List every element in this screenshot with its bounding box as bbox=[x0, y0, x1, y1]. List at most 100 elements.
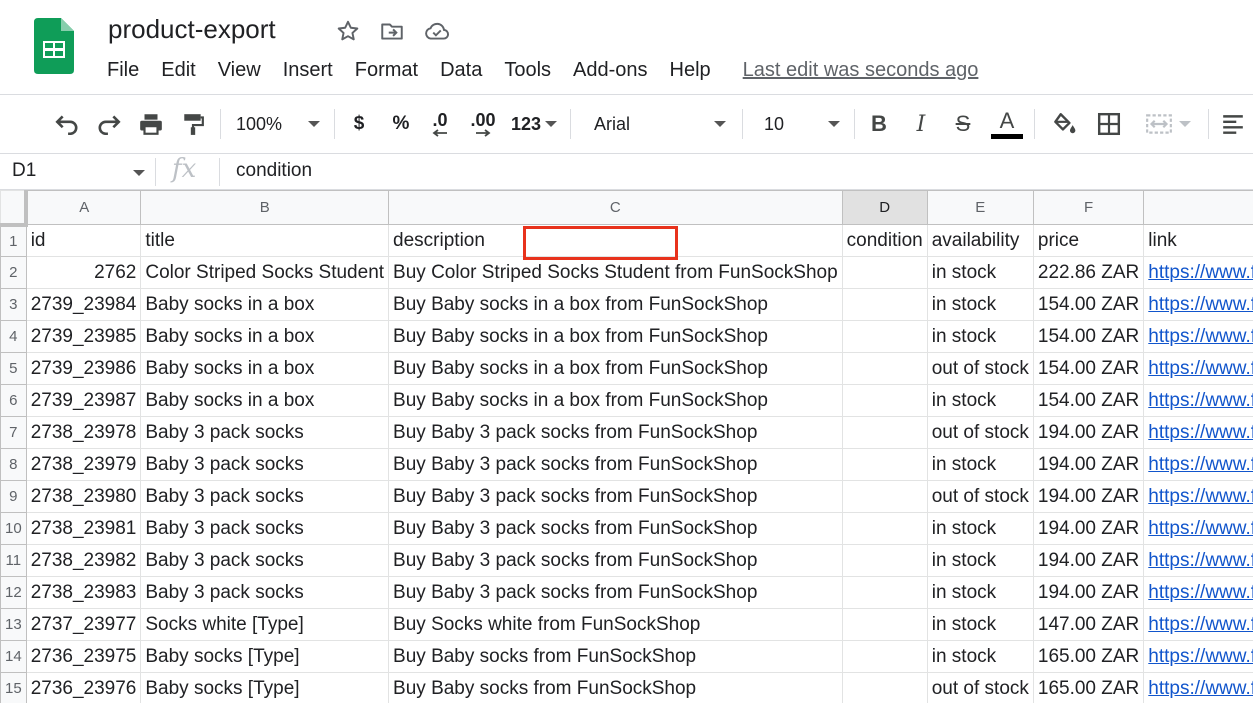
cloud-saved-icon[interactable] bbox=[423, 17, 451, 45]
cell-c8[interactable]: Buy Baby 3 pack socks from FunSockShop bbox=[388, 448, 843, 481]
cell-e1[interactable]: availability bbox=[926, 224, 1034, 257]
cell-b6[interactable]: Baby socks in a box bbox=[140, 384, 390, 417]
menu-edit[interactable]: Edit bbox=[150, 59, 206, 82]
cell-link[interactable]: https://www.funsockshop.co.za bbox=[1148, 550, 1253, 571]
row-header[interactable]: 5 bbox=[0, 352, 27, 385]
cell-c4[interactable]: Buy Baby socks in a box from FunSockShop bbox=[388, 320, 843, 353]
cell-b12[interactable]: Baby 3 pack socks bbox=[140, 576, 390, 609]
cell-g12[interactable]: https://www.funsockshop.co.za bbox=[1143, 576, 1253, 609]
cell-d13[interactable] bbox=[841, 608, 928, 641]
cell-c1[interactable]: description bbox=[388, 224, 843, 257]
row-header[interactable]: 15 bbox=[0, 672, 27, 703]
cell-e15[interactable]: out of stock bbox=[926, 672, 1034, 703]
cell-e6[interactable]: in stock bbox=[926, 384, 1034, 417]
cell-a13[interactable]: 2737_23977 bbox=[25, 608, 142, 641]
cell-link[interactable]: https://www.funsockshop.co.za bbox=[1148, 358, 1253, 379]
cell-g13[interactable]: https://www.funsockshop.co.za bbox=[1143, 608, 1253, 641]
cell-b10[interactable]: Baby 3 pack socks bbox=[140, 512, 390, 545]
cell-b8[interactable]: Baby 3 pack socks bbox=[140, 448, 390, 481]
number-format-select[interactable]: 123 bbox=[508, 108, 560, 140]
cell-d6[interactable] bbox=[841, 384, 928, 417]
row-header[interactable]: 8 bbox=[0, 448, 27, 481]
cell-a1[interactable]: id bbox=[25, 224, 142, 257]
cell-c11[interactable]: Buy Baby 3 pack socks from FunSockShop bbox=[388, 544, 843, 577]
cell-e14[interactable]: in stock bbox=[926, 640, 1034, 673]
star-icon[interactable] bbox=[334, 17, 362, 45]
currency-format-button[interactable]: $ bbox=[346, 108, 372, 140]
paint-format-icon[interactable] bbox=[178, 108, 208, 140]
cell-f7[interactable]: 194.00 ZAR bbox=[1032, 416, 1145, 449]
undo-icon[interactable] bbox=[52, 108, 82, 140]
cell-c14[interactable]: Buy Baby socks from FunSockShop bbox=[388, 640, 843, 673]
cell-c3[interactable]: Buy Baby socks in a box from FunSockShop bbox=[388, 288, 843, 321]
cell-link[interactable]: https://www.funsockshop.co.za bbox=[1148, 582, 1253, 603]
cell-d10[interactable] bbox=[841, 512, 928, 545]
cell-b14[interactable]: Baby socks [Type] bbox=[140, 640, 390, 673]
cell-b3[interactable]: Baby socks in a box bbox=[140, 288, 390, 321]
cell-e13[interactable]: in stock bbox=[926, 608, 1034, 641]
cell-link[interactable]: https://www.funsockshop.co.za bbox=[1148, 614, 1253, 635]
cell-e4[interactable]: in stock bbox=[926, 320, 1034, 353]
cell-link[interactable]: https://www.funsockshop.co.za bbox=[1148, 646, 1253, 667]
row-header[interactable]: 4 bbox=[0, 320, 27, 353]
borders-icon[interactable] bbox=[1094, 108, 1124, 140]
menu-format[interactable]: Format bbox=[344, 59, 429, 82]
cell-e5[interactable]: out of stock bbox=[926, 352, 1034, 385]
cell-f3[interactable]: 154.00 ZAR bbox=[1032, 288, 1145, 321]
cell-d5[interactable] bbox=[841, 352, 928, 385]
cell-g3[interactable]: https://www.funsockshop.co.za bbox=[1143, 288, 1253, 321]
cell-c15[interactable]: Buy Baby socks from FunSockShop bbox=[388, 672, 843, 703]
print-icon[interactable] bbox=[136, 108, 166, 140]
cell-a4[interactable]: 2739_23985 bbox=[25, 320, 142, 353]
cell-f13[interactable]: 147.00 ZAR bbox=[1032, 608, 1145, 641]
menu-data[interactable]: Data bbox=[429, 59, 493, 82]
column-header-g[interactable]: G bbox=[1143, 190, 1253, 225]
cell-c9[interactable]: Buy Baby 3 pack socks from FunSockShop bbox=[388, 480, 843, 513]
cell-a11[interactable]: 2738_23982 bbox=[25, 544, 142, 577]
cell-d1[interactable]: condition bbox=[841, 224, 928, 257]
cell-b4[interactable]: Baby socks in a box bbox=[140, 320, 390, 353]
move-folder-icon[interactable] bbox=[378, 17, 406, 45]
cell-g1[interactable]: link bbox=[1143, 224, 1253, 257]
cell-f4[interactable]: 154.00 ZAR bbox=[1032, 320, 1145, 353]
cell-e12[interactable]: in stock bbox=[926, 576, 1034, 609]
cell-c7[interactable]: Buy Baby 3 pack socks from FunSockShop bbox=[388, 416, 843, 449]
cell-g11[interactable]: https://www.funsockshop.co.za bbox=[1143, 544, 1253, 577]
cell-e10[interactable]: in stock bbox=[926, 512, 1034, 545]
cell-d14[interactable] bbox=[841, 640, 928, 673]
cell-g15[interactable]: https://www.funsockshop.co.za bbox=[1143, 672, 1253, 703]
cell-g10[interactable]: https://www.funsockshop.co.za bbox=[1143, 512, 1253, 545]
cell-e3[interactable]: in stock bbox=[926, 288, 1034, 321]
formula-input[interactable]: condition bbox=[236, 160, 312, 182]
cell-a8[interactable]: 2738_23979 bbox=[25, 448, 142, 481]
cell-link[interactable]: https://www.funsockshop.co.za bbox=[1148, 678, 1253, 699]
last-edit-link[interactable]: Last edit was seconds ago bbox=[743, 59, 979, 82]
fill-color-icon[interactable] bbox=[1048, 108, 1080, 140]
name-box[interactable]: D1 bbox=[12, 160, 36, 182]
cell-c12[interactable]: Buy Baby 3 pack socks from FunSockShop bbox=[388, 576, 843, 609]
font-size-select[interactable]: 10 bbox=[752, 108, 844, 140]
font-family-select[interactable]: Arial bbox=[582, 108, 730, 140]
strikethrough-button[interactable]: S bbox=[948, 108, 978, 140]
cell-b13[interactable]: Socks white [Type] bbox=[140, 608, 390, 641]
zoom-select[interactable]: 100% bbox=[232, 108, 324, 140]
column-header-a[interactable]: A bbox=[25, 190, 142, 225]
cell-a14[interactable]: 2736_23975 bbox=[25, 640, 142, 673]
cell-b15[interactable]: Baby socks [Type] bbox=[140, 672, 390, 703]
cell-link[interactable]: https://www.funsockshop.co.za bbox=[1148, 486, 1253, 507]
cell-f15[interactable]: 165.00 ZAR bbox=[1032, 672, 1145, 703]
cell-g7[interactable]: https://www.funsockshop.co.za bbox=[1143, 416, 1253, 449]
column-header-c[interactable]: C bbox=[388, 190, 843, 225]
menu-add-ons[interactable]: Add-ons bbox=[562, 59, 659, 82]
cell-link[interactable]: https://www.funsockshop.co.za bbox=[1148, 422, 1253, 443]
menu-help[interactable]: Help bbox=[659, 59, 722, 82]
cell-d7[interactable] bbox=[841, 416, 928, 449]
cell-e9[interactable]: out of stock bbox=[926, 480, 1034, 513]
row-header[interactable]: 14 bbox=[0, 640, 27, 673]
cell-link[interactable]: https://www.funsockshop.co.za bbox=[1148, 390, 1253, 411]
cell-a9[interactable]: 2738_23980 bbox=[25, 480, 142, 513]
cell-f12[interactable]: 194.00 ZAR bbox=[1032, 576, 1145, 609]
cell-c13[interactable]: Buy Socks white from FunSockShop bbox=[388, 608, 843, 641]
cell-e7[interactable]: out of stock bbox=[926, 416, 1034, 449]
cell-link[interactable]: https://www.funsockshop.co.za bbox=[1148, 262, 1253, 283]
